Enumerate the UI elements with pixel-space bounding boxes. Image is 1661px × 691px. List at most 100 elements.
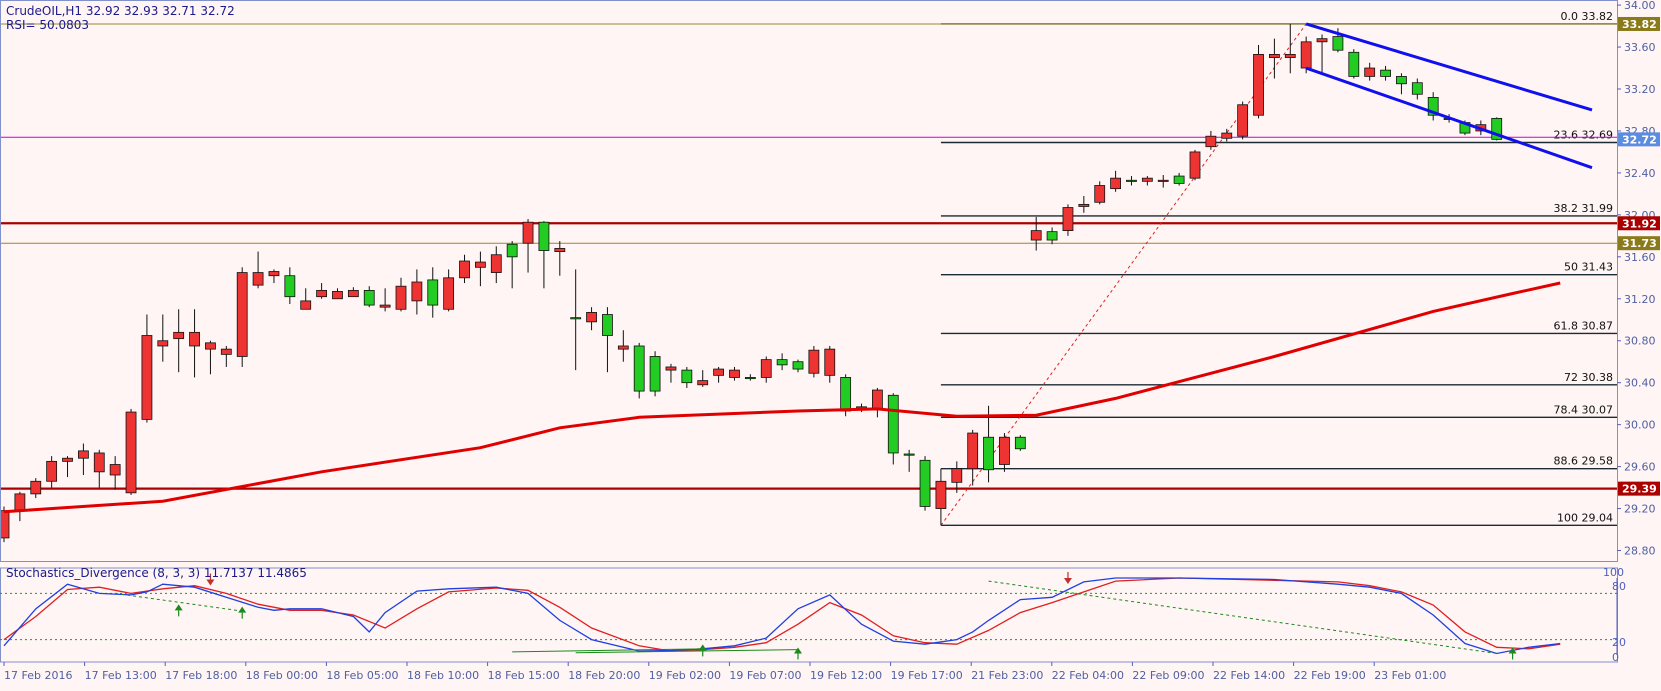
candle-body [713,368,724,376]
fib-level-label: 78.4 30.07 [1554,403,1613,416]
candle-body [1110,177,1121,190]
candle [808,345,820,378]
candle-body [252,272,264,286]
candle-body [93,452,105,473]
candle-body [1284,53,1296,58]
candle-body [538,221,550,251]
candle-body [1014,436,1026,450]
x-tick-label: 17 Feb 13:00 [85,669,157,682]
x-tick-label: 19 Feb 17:00 [891,669,963,682]
candle-body [46,460,58,482]
candle-body [220,348,232,355]
candle-body [427,279,439,306]
x-tick-label: 17 Feb 2016 [4,669,72,682]
x-tick-label: 22 Feb 19:00 [1294,669,1366,682]
candle-body [1078,203,1090,207]
candle-body [474,261,486,268]
candle-body [665,366,677,371]
candle [125,408,137,495]
y-tick-label: 33.60 [1624,41,1656,54]
candle [919,456,931,511]
indicator-level-100: 100 [1603,566,1624,579]
candle-body [1269,53,1280,58]
candle [1348,49,1360,79]
candle-body [1396,76,1407,85]
indicator-level-20: 20 [1612,636,1626,649]
price-tag-label: 29.39 [1622,483,1657,496]
candle-body [62,457,73,462]
candle-body [173,331,185,340]
candle-body [332,291,343,300]
x-tick-label: 18 Feb 10:00 [407,669,479,682]
candle-body [951,468,963,483]
x-tick-label: 22 Feb 09:00 [1132,669,1204,682]
candle-body [316,289,328,298]
candle-body [633,345,645,392]
candle-body [602,314,613,336]
indicator-title: Stochastics_Divergence (8, 3, 3) 11.7137… [6,566,307,580]
candle [236,267,248,367]
y-tick-label: 32.40 [1624,167,1656,180]
candle-body [729,369,740,378]
candle-body [570,317,582,320]
fib-level-label: 100 29.04 [1557,511,1613,524]
candle-body [649,356,661,392]
candle-body [506,243,518,258]
candle-body [1126,179,1137,182]
candle-body [1173,175,1185,184]
candle-body [14,493,26,512]
candle-body [681,369,693,384]
price-tag-label: 33.82 [1622,18,1657,31]
price-chart[interactable]: 0.0 33.82 23.6 32.69 38.2 31.99 50 31.43 61.… [0,0,1661,687]
candle-body [697,380,709,386]
fib-level-label: 23.6 32.69 [1554,129,1613,142]
x-tick-label: 22 Feb 04:00 [1052,669,1124,682]
candle-body [872,389,883,410]
candle-body [205,342,216,350]
candle-body [760,359,772,378]
candle [1237,101,1249,140]
candle-body [1380,69,1391,77]
candle-body [141,335,153,420]
x-tick-label: 18 Feb 00:00 [246,669,318,682]
candle-body [744,377,756,380]
y-tick-label: 30.40 [1624,377,1656,390]
candle-body [363,289,375,306]
candle-body [459,260,470,279]
y-tick-label: 28.80 [1624,545,1656,558]
fib-level-label: 50 31.43 [1564,261,1613,274]
indicator-level-80: 80 [1612,580,1626,593]
y-tick-label: 31.60 [1624,251,1656,264]
candle-body [1062,207,1074,232]
candle-body [1094,185,1106,203]
candle-body [1221,132,1233,139]
candle-body [792,361,804,370]
candle-body [935,480,947,509]
y-tick-label: 29.60 [1624,461,1656,474]
candle [1189,149,1201,181]
candle-body [1157,179,1169,182]
candle-body [411,281,423,302]
candle [1253,44,1264,119]
x-tick-label: 17 Feb 18:00 [165,669,237,682]
fib-level-label: 88.6 29.58 [1554,455,1613,468]
candle-body [1253,53,1264,116]
y-tick-label: 31.20 [1624,293,1656,306]
y-tick-label: 33.20 [1624,83,1656,96]
y-tick-label: 30.00 [1624,419,1656,432]
y-tick-label: 30.80 [1624,335,1656,348]
indicator-level-0: 0 [1612,651,1619,664]
candle-body [1316,38,1328,43]
chart-window[interactable]: 0.0 33.82 23.6 32.69 38.2 31.99 50 31.43 61.… [0,0,1661,687]
candle-body [189,331,200,347]
candle-body [1030,230,1042,241]
candle-body [1237,104,1249,137]
candle-body [586,312,597,323]
candle-body [919,459,931,507]
fib-level-label: 0.0 33.82 [1561,10,1613,23]
candle-body [395,285,407,310]
fib-level-label: 72 30.38 [1564,371,1613,384]
x-tick-label: 21 Feb 23:00 [971,669,1043,682]
candle-body [379,304,391,308]
candle-body [443,277,455,310]
